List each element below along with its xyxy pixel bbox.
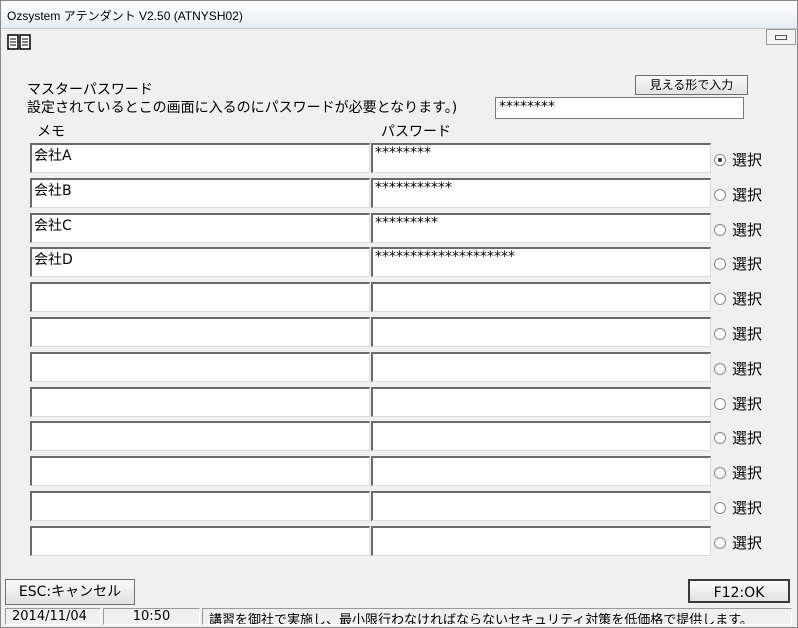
select-radio[interactable] [714,258,726,271]
select-radio-label[interactable]: 選択 [732,358,762,379]
memo-field[interactable] [30,282,370,313]
select-radio-label[interactable]: 選択 [732,219,762,240]
restore-button[interactable] [766,29,796,45]
password-field[interactable]: *********** [371,177,711,208]
select-radio-label[interactable]: 選択 [732,462,762,483]
memo-field[interactable] [30,351,370,382]
password-field[interactable] [371,491,711,521]
select-radio[interactable] [714,397,726,410]
select-radio-label[interactable]: 選択 [732,184,762,205]
password-field[interactable]: ********* [371,212,711,243]
password-field[interactable] [371,282,711,313]
select-radio[interactable] [714,328,726,340]
window-title: Ozsystem アテンダント V2.50 (ATNYSH02) [7,9,243,23]
password-field[interactable] [371,317,711,347]
cancel-button[interactable]: ESC:キャンセル [5,579,135,605]
select-radio-label[interactable]: 選択 [732,427,762,448]
restore-icon [775,35,787,40]
password-field[interactable] [371,351,711,382]
select-radio-label[interactable]: 選択 [732,288,762,309]
title-bar[interactable]: Ozsystem アテンダント V2.50 (ATNYSH02) [1,1,797,29]
password-field[interactable] [371,386,711,417]
memo-field[interactable] [30,386,370,417]
select-radio[interactable] [714,362,726,375]
book-icon[interactable] [7,32,31,52]
master-password-label: マスターパスワード [27,82,153,98]
select-radio[interactable] [714,432,726,445]
password-field[interactable]: ******************** [371,247,711,278]
master-password-description: 設定されているとこの画面に入るのにパスワードが必要となります。) [27,100,458,116]
password-field[interactable] [371,525,711,556]
memo-field[interactable] [30,456,370,487]
select-radio-label[interactable]: 選択 [732,532,762,553]
memo-field[interactable]: 会社D [30,247,370,278]
status-date: 2014/11/04 [5,608,101,625]
select-radio[interactable] [714,467,726,480]
memo-field[interactable]: 会社B [30,177,370,208]
select-radio-label[interactable]: 選択 [732,393,762,414]
memo-field[interactable] [30,491,370,521]
password-field[interactable] [371,456,711,487]
ok-button[interactable]: F12:OK [688,579,790,603]
select-radio[interactable] [714,154,726,166]
memo-field[interactable]: 会社A [30,143,370,173]
select-radio-label[interactable]: 選択 [732,253,762,274]
window: Ozsystem アテンダント V2.50 (ATNYSH02) マスターパスワ… [0,0,798,628]
select-radio[interactable] [714,223,726,236]
show-input-button[interactable]: 見える形で入力 [635,75,748,95]
status-message: 講習を御社で実施し、最小限行わなければならないセキュリティ対策を低価格で提供しま… [202,608,792,625]
memo-field[interactable]: 会社C [30,212,370,243]
select-radio[interactable] [714,502,726,514]
password-column-header: パスワード [381,124,451,140]
select-radio-label[interactable]: 選択 [732,323,762,344]
select-radio-label[interactable]: 選択 [732,497,762,518]
memo-field[interactable] [30,317,370,347]
memo-column-header: メモ [37,124,65,140]
master-password-input[interactable]: ******** [495,97,744,119]
password-field[interactable] [371,421,711,452]
select-radio[interactable] [714,188,726,201]
select-radio-label[interactable]: 選択 [732,149,762,170]
status-time: 10:50 [103,608,200,625]
select-radio[interactable] [714,293,726,306]
password-field[interactable]: ******** [371,143,711,173]
select-radio[interactable] [714,536,726,549]
memo-field[interactable] [30,525,370,556]
memo-field[interactable] [30,421,370,452]
